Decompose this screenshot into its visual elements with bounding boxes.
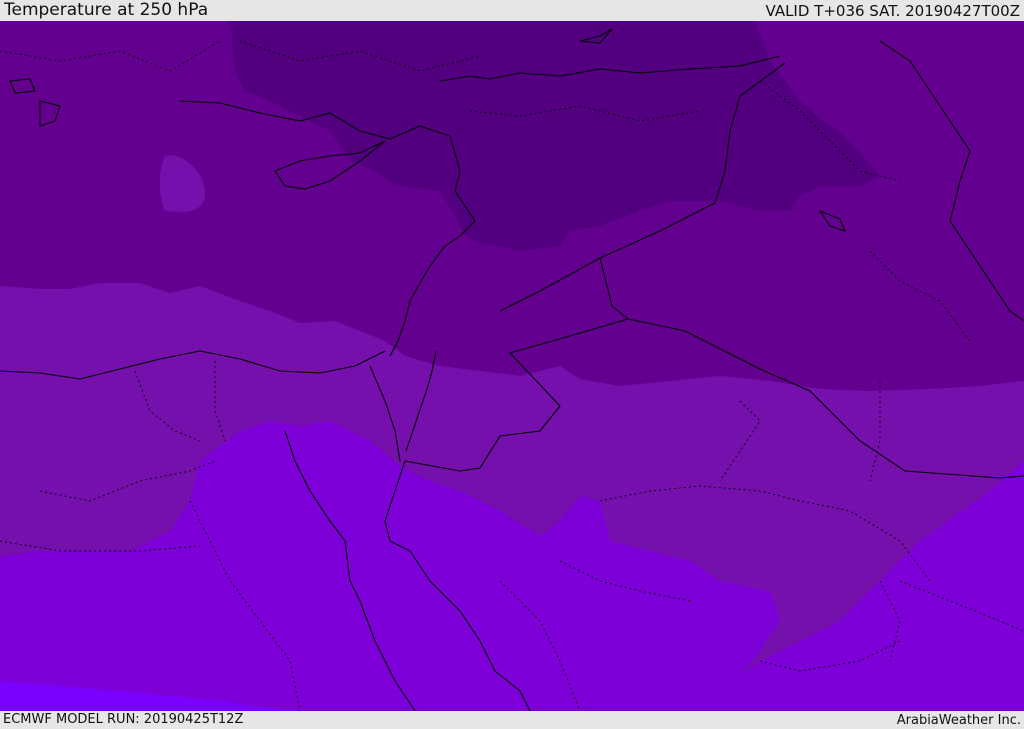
weather-map[interactable] — [0, 21, 1024, 711]
model-run-label: ECMWF MODEL RUN: 20190425T12Z — [3, 712, 244, 727]
credit-label: ArabiaWeather Inc. — [896, 713, 1021, 728]
map-title: Temperature at 250 hPa — [4, 0, 209, 20]
footer-bar: ECMWF MODEL RUN: 20190425T12Z ArabiaWeat… — [0, 711, 1024, 729]
valid-time-label: VALID T+036 SAT. 20190427T00Z — [765, 2, 1020, 20]
header-bar: Temperature at 250 hPa VALID T+036 SAT. … — [0, 0, 1024, 21]
temperature-map-svg — [0, 21, 1024, 711]
